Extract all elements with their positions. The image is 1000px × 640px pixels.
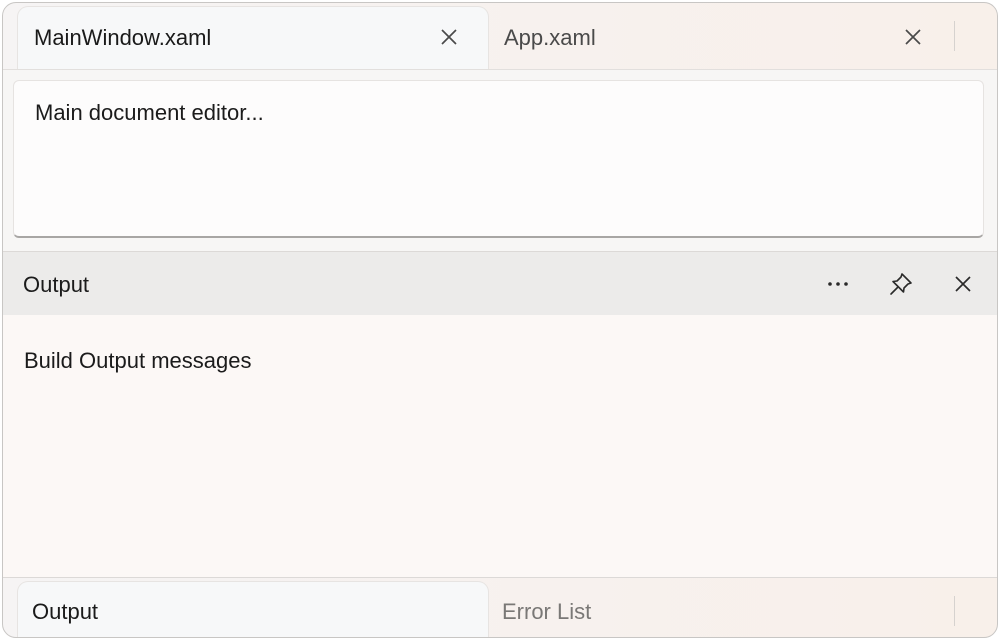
document-tab-strip: MainWindow.xaml App.xaml bbox=[3, 3, 997, 69]
tab-divider bbox=[954, 21, 955, 51]
document-area: Main document editor... bbox=[3, 69, 997, 252]
tab-mainwindow-xaml[interactable]: MainWindow.xaml bbox=[18, 7, 488, 69]
tool-pane-title: Output bbox=[23, 272, 90, 297]
document-editor[interactable]: Main document editor... bbox=[13, 80, 984, 238]
output-pane-body: Build Output messages bbox=[3, 315, 997, 577]
close-icon[interactable] bbox=[436, 24, 462, 50]
tab-app-xaml[interactable]: App.xaml bbox=[488, 7, 940, 69]
tab-label: App.xaml bbox=[504, 25, 596, 50]
app-window: MainWindow.xaml App.xaml Main document e… bbox=[2, 2, 998, 638]
tab-error-list[interactable]: Error List bbox=[488, 582, 940, 637]
close-icon[interactable] bbox=[900, 24, 926, 50]
tab-divider bbox=[954, 596, 955, 626]
close-icon[interactable] bbox=[948, 269, 978, 299]
pin-icon[interactable] bbox=[886, 269, 916, 299]
tab-label: Output bbox=[32, 599, 99, 624]
tab-label: Error List bbox=[502, 599, 592, 624]
tool-pane-header: Output bbox=[3, 251, 997, 316]
document-content: Main document editor... bbox=[35, 100, 264, 125]
tab-label: MainWindow.xaml bbox=[34, 25, 212, 50]
output-content: Build Output messages bbox=[24, 348, 252, 373]
ellipsis-icon[interactable] bbox=[823, 269, 853, 299]
tab-output[interactable]: Output bbox=[18, 582, 488, 637]
tool-tab-strip: Output Error List bbox=[3, 577, 997, 637]
